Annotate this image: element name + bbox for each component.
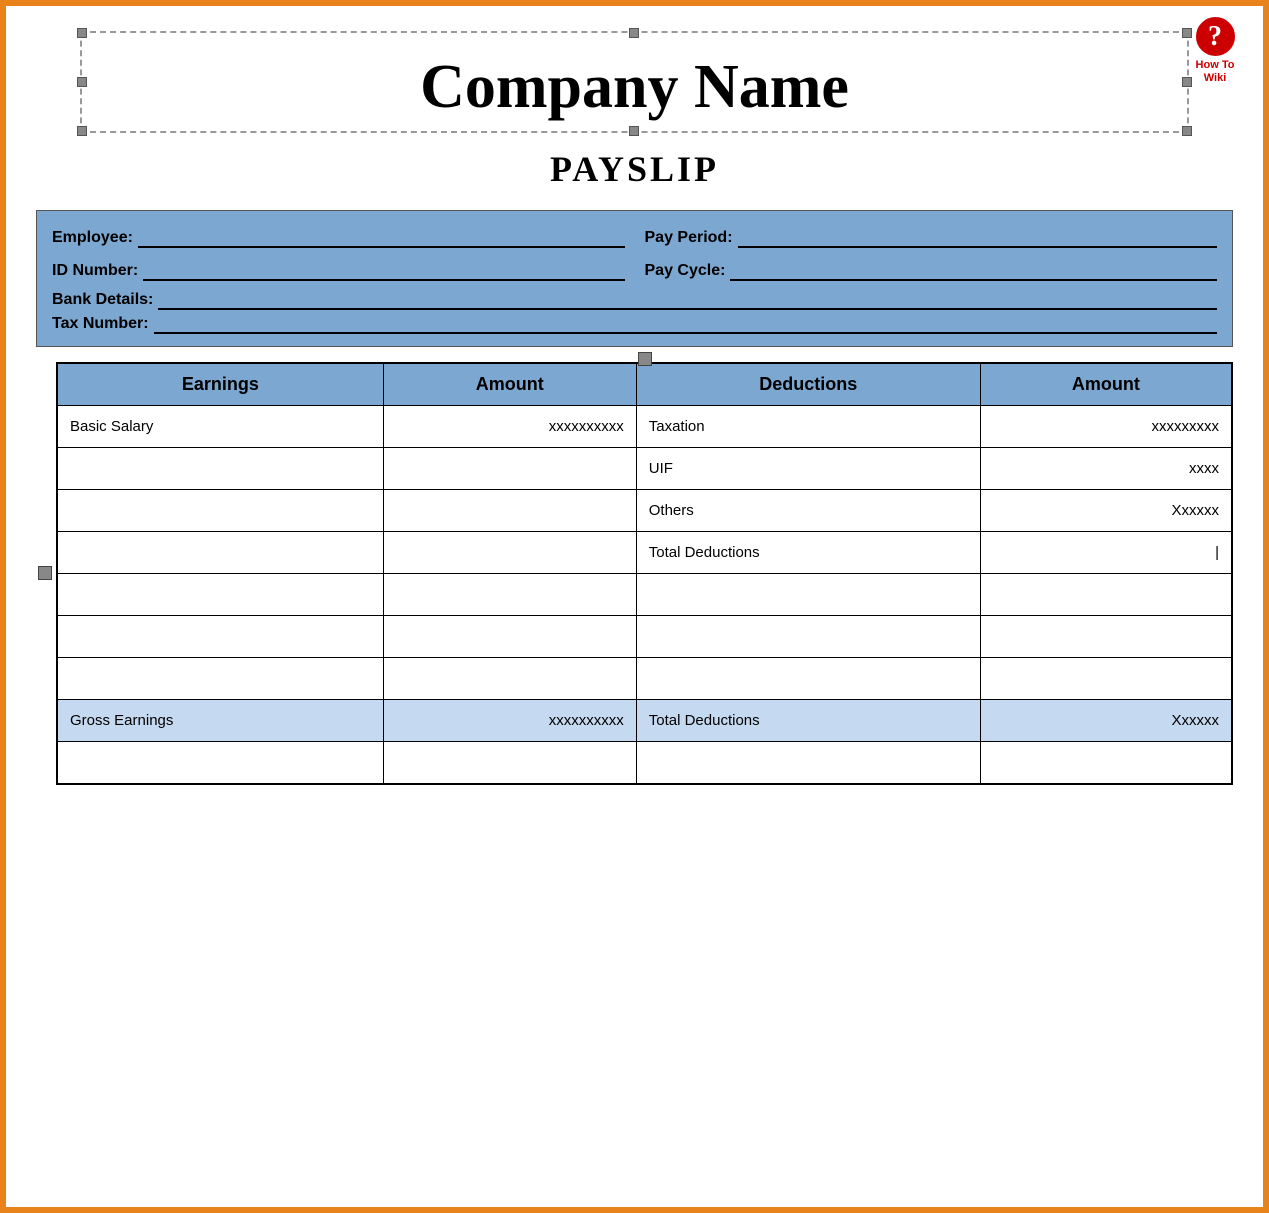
id-number-label: ID Number: (52, 262, 138, 280)
info-row-4: Tax Number: (52, 314, 1217, 334)
earning-amount-cell-2 (383, 490, 636, 532)
page-content: ? How To Wiki Company Name PAYSLIP (6, 6, 1263, 795)
total-deductions-amount: Xxxxxx (980, 700, 1232, 742)
table-row (57, 658, 1232, 700)
company-name-section: Company Name (51, 31, 1218, 133)
earning-cell-2 (57, 490, 383, 532)
table-header-row: Earnings Amount Deductions Amount (57, 363, 1232, 406)
table-row: Basic Salary xxxxxxxxxx Taxation xxxxxxx… (57, 406, 1232, 448)
company-name-text: Company Name (122, 53, 1147, 121)
handle-top-center[interactable] (629, 28, 639, 38)
deduction-cell-3: Total Deductions (636, 532, 980, 574)
last-earning-amount-cell (383, 742, 636, 784)
deduction-cell-4 (636, 574, 980, 616)
employee-label: Employee: (52, 229, 133, 247)
tax-number-label: Tax Number: (52, 315, 149, 333)
table-row (57, 742, 1232, 784)
table-row: Others Xxxxxx (57, 490, 1232, 532)
info-row-1: Employee: Pay Period: (52, 224, 1217, 252)
earnings-header: Earnings (57, 363, 383, 406)
earning-cell-0: Basic Salary (57, 406, 383, 448)
info-right-2: Pay Cycle: (645, 257, 1218, 285)
earning-amount-cell-3 (383, 532, 636, 574)
tax-number-line (154, 314, 1217, 334)
id-number-field: ID Number: (52, 261, 625, 281)
handle-top-right[interactable] (1182, 28, 1192, 38)
earning-cell-5 (57, 616, 383, 658)
pay-period-line (738, 228, 1217, 248)
info-row-2: ID Number: Pay Cycle: (52, 257, 1217, 285)
table-row (57, 574, 1232, 616)
earning-amount-cell-6 (383, 658, 636, 700)
table-top-handle[interactable] (638, 352, 652, 366)
bank-details-label: Bank Details: (52, 291, 153, 309)
last-deduction-cell (636, 742, 980, 784)
table-left-handle[interactable] (38, 566, 52, 580)
gross-earnings-label: Gross Earnings (57, 700, 383, 742)
deduction-cell-2: Others (636, 490, 980, 532)
handle-bottom-left[interactable] (77, 126, 87, 136)
earning-amount-cell-5 (383, 616, 636, 658)
table-row (57, 616, 1232, 658)
handle-middle-left[interactable] (77, 77, 87, 87)
payslip-table: Earnings Amount Deductions Amount Basic … (56, 362, 1233, 785)
info-right-1: Pay Period: (645, 224, 1218, 252)
earning-cell-4 (57, 574, 383, 616)
pay-period-label: Pay Period: (645, 229, 733, 247)
handle-bottom-center[interactable] (629, 126, 639, 136)
page-border: ? How To Wiki Company Name PAYSLIP (0, 0, 1269, 1213)
pay-cycle-field: Pay Cycle: (645, 261, 1218, 281)
pay-cycle-line (730, 261, 1217, 281)
earning-cell-6 (57, 658, 383, 700)
deduction-amount-cell-3: | (980, 532, 1232, 574)
bank-details-line (158, 290, 1217, 310)
table-footer-row: Gross Earnings xxxxxxxxxx Total Deductio… (57, 700, 1232, 742)
amount-right-header: Amount (980, 363, 1232, 406)
deductions-header: Deductions (636, 363, 980, 406)
earning-cell-3 (57, 532, 383, 574)
company-name-box: Company Name (80, 31, 1189, 133)
table-wrapper: Earnings Amount Deductions Amount Basic … (56, 362, 1233, 785)
earning-amount-cell-1 (383, 448, 636, 490)
amount-left-header: Amount (383, 363, 636, 406)
id-number-line (143, 261, 624, 281)
deduction-cell-0: Taxation (636, 406, 980, 448)
employee-field: Employee: (52, 228, 625, 248)
info-left-2: ID Number: (52, 257, 625, 285)
deduction-amount-cell-0: xxxxxxxxx (980, 406, 1232, 448)
info-left-1: Employee: (52, 224, 625, 252)
total-deductions-label: Total Deductions (636, 700, 980, 742)
deduction-amount-cell-4 (980, 574, 1232, 616)
info-row-3: Bank Details: (52, 290, 1217, 310)
deduction-cell-6 (636, 658, 980, 700)
payslip-title: PAYSLIP (36, 148, 1233, 190)
deduction-amount-cell-5 (980, 616, 1232, 658)
deduction-amount-cell-1: xxxx (980, 448, 1232, 490)
employee-line (138, 228, 625, 248)
handle-bottom-right[interactable] (1182, 126, 1192, 136)
earning-amount-cell-4 (383, 574, 636, 616)
handle-middle-right[interactable] (1182, 77, 1192, 87)
deduction-cell-5 (636, 616, 980, 658)
deduction-cell-1: UIF (636, 448, 980, 490)
last-earning-cell (57, 742, 383, 784)
handle-top-left[interactable] (77, 28, 87, 38)
earning-amount-cell-0: xxxxxxxxxx (383, 406, 636, 448)
table-row: UIF xxxx (57, 448, 1232, 490)
deduction-amount-cell-6 (980, 658, 1232, 700)
employee-info-section: Employee: Pay Period: ID Number: (36, 210, 1233, 347)
gross-earnings-amount: xxxxxxxxxx (383, 700, 636, 742)
deduction-amount-cell-2: Xxxxxx (980, 490, 1232, 532)
last-deduction-amount-cell (980, 742, 1232, 784)
pay-cycle-label: Pay Cycle: (645, 262, 726, 280)
earning-cell-1 (57, 448, 383, 490)
table-row: Total Deductions | (57, 532, 1232, 574)
pay-period-field: Pay Period: (645, 228, 1218, 248)
